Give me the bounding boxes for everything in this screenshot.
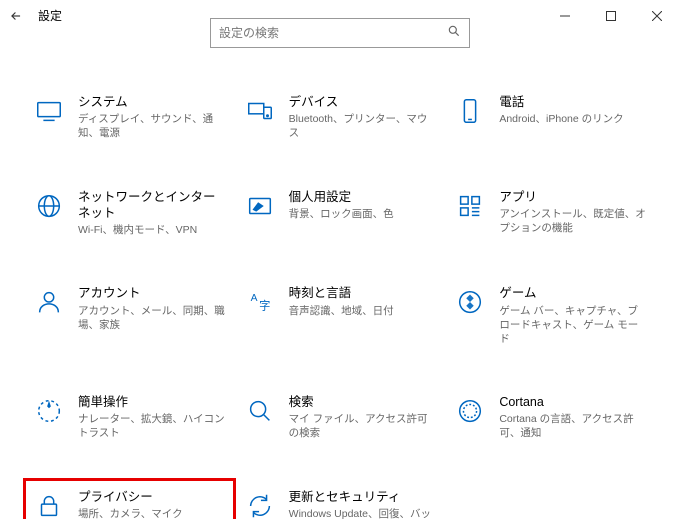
gaming-icon <box>453 285 487 319</box>
devices-icon <box>243 94 277 128</box>
tile-desc: マイ ファイル、アクセス許可の検索 <box>289 412 438 440</box>
tile-search[interactable]: 検索 マイ ファイル、アクセス許可の検索 <box>239 388 442 447</box>
tile-desc: ディスプレイ、サウンド、通知、電源 <box>78 112 227 140</box>
tile-title: 電話 <box>499 94 648 110</box>
tile-cortana[interactable]: Cortana Cortana の言語、アクセス許可、通知 <box>449 388 652 447</box>
tile-title: システム <box>78 94 227 110</box>
tile-desc: Cortana の言語、アクセス許可、通知 <box>499 412 648 440</box>
tile-title: アカウント <box>78 285 227 301</box>
search-input[interactable] <box>219 26 447 40</box>
svg-text:A: A <box>250 293 257 304</box>
tile-privacy[interactable]: プライバシー 場所、カメラ、マイク <box>28 483 231 519</box>
maximize-button[interactable] <box>588 0 634 32</box>
tile-title: Cortana <box>499 394 648 410</box>
tile-desc: Android、iPhone のリンク <box>499 112 648 126</box>
tile-text: 更新とセキュリティ Windows Update、回復、バックアップ <box>289 489 438 519</box>
svg-text:字: 字 <box>259 299 270 313</box>
tile-accounts[interactable]: アカウント アカウント、メール、同期、職場、家族 <box>28 279 231 352</box>
update-icon <box>243 489 277 519</box>
tile-desc: アンインストール、既定値、オプションの機能 <box>499 207 648 235</box>
tile-text: アプリ アンインストール、既定値、オプションの機能 <box>499 189 648 236</box>
tile-text: ゲーム ゲーム バー、キャプチャ、ブロードキャスト、ゲーム モード <box>499 285 648 346</box>
tile-title: デバイス <box>289 94 438 110</box>
tile-desc: Windows Update、回復、バックアップ <box>289 507 438 519</box>
time-language-icon: A字 <box>243 285 277 319</box>
tile-desc: アカウント、メール、同期、職場、家族 <box>78 304 227 332</box>
tile-text: 簡単操作 ナレーター、拡大鏡、ハイコントラスト <box>78 394 227 441</box>
tile-phone[interactable]: 電話 Android、iPhone のリンク <box>449 88 652 147</box>
globe-icon <box>32 189 66 223</box>
tile-desc: ナレーター、拡大鏡、ハイコントラスト <box>78 412 227 440</box>
tile-desc: Bluetooth、プリンター、マウス <box>289 112 438 140</box>
tile-title: 検索 <box>289 394 438 410</box>
tile-apps[interactable]: アプリ アンインストール、既定値、オプションの機能 <box>449 183 652 244</box>
tile-gaming[interactable]: ゲーム ゲーム バー、キャプチャ、ブロードキャスト、ゲーム モード <box>449 279 652 352</box>
tile-text: デバイス Bluetooth、プリンター、マウス <box>289 94 438 141</box>
tile-title: ネットワークとインターネット <box>78 189 227 222</box>
tile-text: 電話 Android、iPhone のリンク <box>499 94 648 126</box>
person-icon <box>32 285 66 319</box>
tile-text: プライバシー 場所、カメラ、マイク <box>78 489 227 519</box>
tile-text: システム ディスプレイ、サウンド、通知、電源 <box>78 94 227 141</box>
tile-text: アカウント アカウント、メール、同期、職場、家族 <box>78 285 227 332</box>
tile-text: 個人用設定 背景、ロック画面、色 <box>289 189 438 221</box>
tile-system[interactable]: システム ディスプレイ、サウンド、通知、電源 <box>28 88 231 147</box>
apps-icon <box>453 189 487 223</box>
tile-title: アプリ <box>499 189 648 205</box>
tile-update-security[interactable]: 更新とセキュリティ Windows Update、回復、バックアップ <box>239 483 442 519</box>
tile-ease-of-access[interactable]: 簡単操作 ナレーター、拡大鏡、ハイコントラスト <box>28 388 231 447</box>
settings-grid: システム ディスプレイ、サウンド、通知、電源 デバイス Bluetooth、プリ… <box>0 88 680 519</box>
tile-desc: Wi-Fi、機内モード、VPN <box>78 223 227 237</box>
tile-personalization[interactable]: 個人用設定 背景、ロック画面、色 <box>239 183 442 244</box>
paint-icon <box>243 189 277 223</box>
ease-icon <box>32 394 66 428</box>
close-button[interactable] <box>634 0 680 32</box>
phone-icon <box>453 94 487 128</box>
tile-devices[interactable]: デバイス Bluetooth、プリンター、マウス <box>239 88 442 147</box>
back-button[interactable] <box>0 0 32 32</box>
tile-desc: ゲーム バー、キャプチャ、ブロードキャスト、ゲーム モード <box>499 304 648 347</box>
tile-desc: 場所、カメラ、マイク <box>78 507 227 519</box>
lock-icon <box>32 489 66 519</box>
tile-title: 簡単操作 <box>78 394 227 410</box>
tile-time-language[interactable]: A字 時刻と言語 音声認識、地域、日付 <box>239 279 442 352</box>
tile-text: 検索 マイ ファイル、アクセス許可の検索 <box>289 394 438 441</box>
tile-title: 個人用設定 <box>289 189 438 205</box>
search-icon <box>447 24 461 43</box>
cortana-icon <box>453 394 487 428</box>
tile-text: 時刻と言語 音声認識、地域、日付 <box>289 285 438 317</box>
search-tile-icon <box>243 394 277 428</box>
tile-network[interactable]: ネットワークとインターネット Wi-Fi、機内モード、VPN <box>28 183 231 244</box>
tile-desc: 背景、ロック画面、色 <box>289 207 438 221</box>
tile-text: Cortana Cortana の言語、アクセス許可、通知 <box>499 394 648 441</box>
tile-title: ゲーム <box>499 285 648 301</box>
window-title: 設定 <box>38 7 62 24</box>
minimize-button[interactable] <box>542 0 588 32</box>
tile-desc: 音声認識、地域、日付 <box>289 304 438 318</box>
tile-text: ネットワークとインターネット Wi-Fi、機内モード、VPN <box>78 189 227 238</box>
search-box[interactable] <box>210 18 470 48</box>
tile-title: 更新とセキュリティ <box>289 489 438 505</box>
tile-title: プライバシー <box>78 489 227 505</box>
tile-title: 時刻と言語 <box>289 285 438 301</box>
system-icon <box>32 94 66 128</box>
